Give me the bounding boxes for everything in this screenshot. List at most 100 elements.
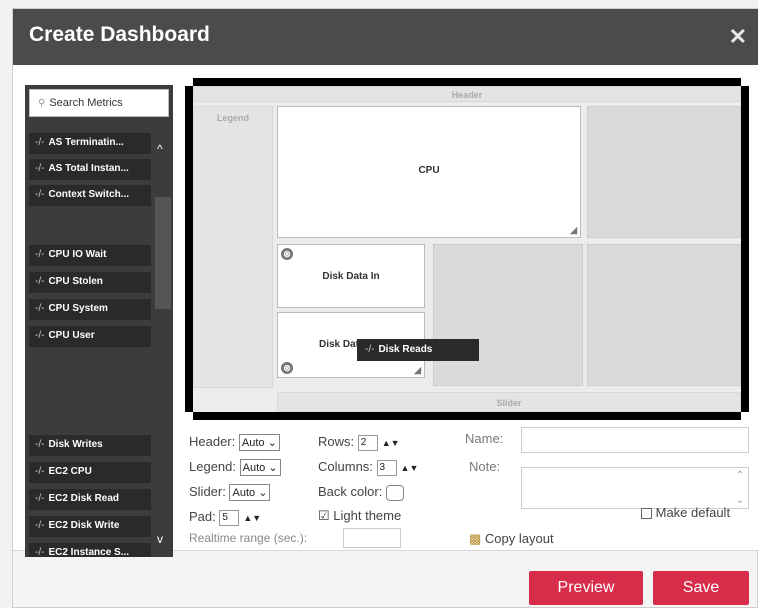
legend-control: Legend: Auto ⌄ (189, 459, 281, 477)
metric-label: AS Terminatin... (48, 137, 124, 148)
layout-grid: Header Legend Slider CPU ◢ ⊗ Disk Data I… (193, 86, 741, 412)
save-button[interactable]: Save (653, 571, 749, 605)
pad-spinner-icon[interactable]: ▲▼ (243, 513, 261, 523)
pad-label: Pad: (189, 509, 216, 524)
resize-handle-icon[interactable]: ◢ (570, 225, 577, 236)
realtime-range-input[interactable] (343, 528, 401, 548)
search-placeholder: Search Metrics (49, 97, 123, 109)
light-theme-label: Light theme (333, 508, 402, 523)
metrics-scroll-thumb[interactable] (155, 197, 171, 309)
preview-button[interactable]: Preview (529, 571, 643, 605)
metric-icon: -/- (35, 137, 45, 148)
empty-cell[interactable] (433, 244, 583, 386)
header-region[interactable]: Header (193, 86, 741, 102)
columns-label: Columns: (318, 459, 373, 474)
layout-preview: Header Legend Slider CPU ◢ ⊗ Disk Data I… (185, 78, 749, 420)
dashboard-panel-disk-data-in[interactable]: ⊗ Disk Data In (277, 244, 425, 308)
resize-handle-icon[interactable]: ◢ (414, 365, 421, 376)
metric-item[interactable]: -/- CPU IO Wait (29, 245, 151, 266)
slider-select-value: Auto (232, 487, 256, 500)
metric-icon: -/- (35, 466, 45, 477)
back-color-label: Back color: (318, 484, 383, 499)
metric-icon: -/- (35, 189, 45, 200)
pad-control: Pad: 5 ▲▼ (189, 509, 261, 526)
make-default-checkbox[interactable] (641, 508, 652, 520)
back-color-control: Back color: (318, 484, 404, 501)
metric-label: CPU System (48, 303, 108, 314)
columns-control: Columns: 3 ▲▼ (318, 459, 418, 476)
dashboard-panel-cpu[interactable]: CPU ◢ (277, 106, 581, 238)
chevron-down-icon[interactable]: ⌄ (736, 495, 744, 506)
remove-icon[interactable]: ⊗ (281, 248, 293, 260)
pad-input[interactable]: 5 (219, 509, 240, 526)
scroll-up-icon[interactable]: ^ (157, 143, 169, 155)
metric-label: AS Total Instan... (48, 163, 129, 174)
metric-item[interactable]: -/- EC2 CPU (29, 462, 151, 483)
chevron-down-icon: ⌄ (258, 487, 268, 500)
preview-corner (185, 412, 193, 420)
chevron-down-icon: ⌄ (267, 437, 277, 450)
realtime-range-label: Realtime range (sec.): (189, 531, 308, 545)
dialog-title: Create Dashboard (29, 23, 210, 46)
metric-icon: -/- (35, 163, 45, 174)
metrics-scrollbar[interactable] (155, 121, 171, 555)
name-input[interactable] (521, 427, 749, 453)
header-control: Header: Auto ⌄ (189, 434, 280, 452)
rows-spinner-icon[interactable]: ▲▼ (382, 438, 400, 448)
copy-icon: ▩ (469, 531, 482, 546)
light-theme-checkbox[interactable]: ☑ (318, 508, 330, 523)
metric-item[interactable]: -/- AS Terminatin... (29, 133, 151, 154)
header-select-value: Auto (241, 437, 265, 450)
metric-label: Context Switch... (48, 189, 130, 200)
copy-layout-label: Copy layout (484, 531, 554, 546)
metrics-panel: ⚲ Search Metrics -/- AS Terminatin... -/- A… (25, 85, 173, 557)
slider-select[interactable]: Auto ⌄ (229, 484, 271, 502)
slider-control: Slider: Auto ⌄ (189, 484, 271, 502)
dragging-metric-label: Disk Reads (378, 344, 433, 355)
metric-icon: -/- (35, 493, 45, 504)
header-select[interactable]: Auto ⌄ (238, 434, 280, 452)
rows-input[interactable]: 2 (357, 434, 378, 451)
dragging-metric-item[interactable]: -/- Disk Reads (357, 339, 479, 361)
realtime-range-control: Realtime range (sec.): (189, 531, 307, 545)
metric-icon: -/- (365, 344, 375, 355)
chevron-up-icon[interactable]: ⌃ (736, 470, 744, 481)
legend-select-label: Legend: (189, 459, 236, 474)
metric-icon: -/- (35, 439, 45, 450)
metric-item[interactable]: -/- AS Total Instan... (29, 159, 151, 180)
dialog-titlebar: Create Dashboard ✕ (13, 9, 758, 65)
metric-item[interactable]: -/- CPU User (29, 326, 151, 347)
metric-label: CPU IO Wait (48, 249, 107, 260)
metric-label: EC2 CPU (48, 466, 92, 477)
search-metrics-input[interactable]: ⚲ Search Metrics (29, 89, 169, 117)
chevron-down-icon: ⌄ (268, 462, 278, 475)
panel-title: CPU (418, 165, 440, 176)
metric-item[interactable]: -/- EC2 Disk Read (29, 489, 151, 510)
scroll-down-icon[interactable]: v (157, 533, 169, 545)
columns-spinner-icon[interactable]: ▲▼ (401, 463, 419, 473)
metric-item[interactable]: -/- Disk Writes (29, 435, 151, 456)
metric-item[interactable]: -/- EC2 Instance S... (29, 543, 151, 557)
back-color-picker[interactable] (385, 484, 404, 501)
empty-cell[interactable] (587, 244, 741, 386)
legend-select[interactable]: Auto ⌄ (239, 459, 281, 477)
search-icon: ⚲ (38, 98, 46, 109)
slider-region[interactable]: Slider (277, 392, 741, 412)
copy-layout-link[interactable]: ▩ Copy layout (469, 531, 554, 547)
metric-item[interactable]: -/- CPU System (29, 299, 151, 320)
metric-item[interactable]: -/- Context Switch... (29, 185, 151, 206)
metric-label: CPU User (48, 330, 95, 341)
make-default-label: Make default (655, 505, 731, 520)
preview-corner (741, 412, 749, 420)
note-textarea[interactable]: ⌃ ⌄ (521, 467, 749, 509)
preview-corner (741, 78, 749, 86)
make-default-control: Make default (641, 505, 730, 520)
metric-item[interactable]: -/- CPU Stolen (29, 272, 151, 293)
close-icon[interactable]: ✕ (729, 24, 747, 50)
metric-label: EC2 Disk Write (48, 520, 120, 531)
columns-input[interactable]: 3 (376, 459, 397, 476)
remove-icon[interactable]: ⊗ (281, 362, 293, 374)
metric-item[interactable]: -/- EC2 Disk Write (29, 516, 151, 537)
metric-icon: -/- (35, 520, 45, 531)
empty-cell[interactable] (587, 106, 741, 238)
